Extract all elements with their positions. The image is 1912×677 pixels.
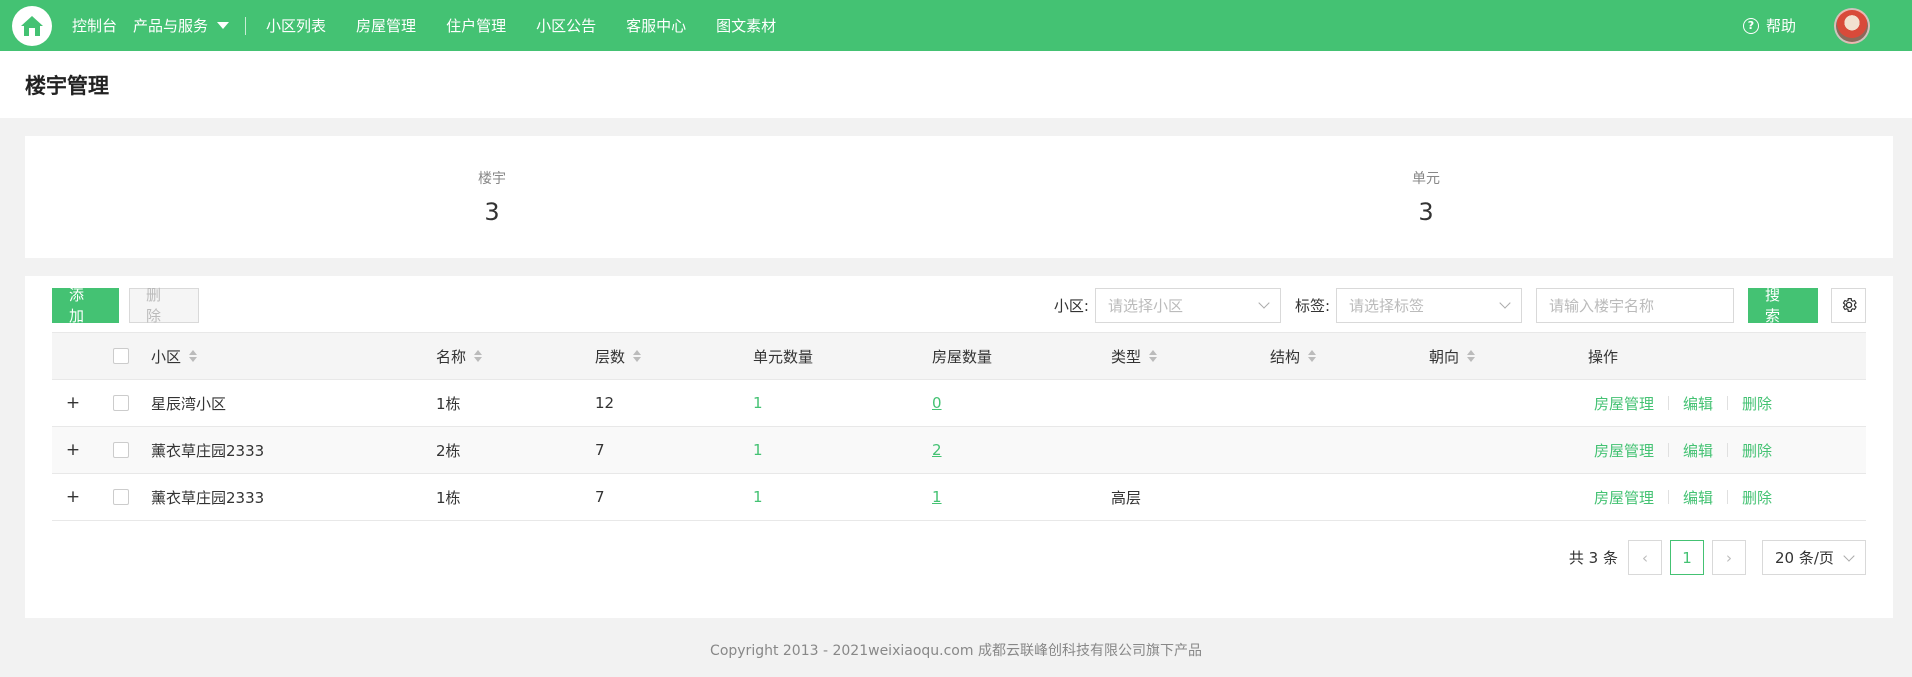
house-logo-icon [21,15,43,36]
next-page-button[interactable]: › [1712,540,1746,575]
building-table: 小区 名称 层数 单元数量 房屋数量 类型 结构 朝向 操作 + 星辰湾小区 1… [52,332,1866,521]
table-row: + 薰衣草庄园2333 1栋 7 1 1 高层 房屋管理 编辑 删除 [52,474,1866,521]
sort-icon [474,350,483,362]
chevron-down-icon [1499,297,1511,309]
expand-icon[interactable]: + [66,487,80,507]
nav-console[interactable]: 控制台 [72,15,117,36]
row-actions: 房屋管理 编辑 删除 [1594,393,1772,414]
nav-customer-service[interactable]: 客服中心 [626,15,686,36]
edit-link[interactable]: 编辑 [1683,393,1713,414]
house-manage-link[interactable]: 房屋管理 [1594,487,1654,508]
col-houses: 房屋数量 [932,347,993,366]
nav-community-list[interactable]: 小区列表 [266,15,326,36]
houses-link[interactable]: 1 [932,488,942,506]
col-orientation[interactable]: 朝向 [1429,346,1476,367]
sort-icon [633,350,642,362]
col-units: 单元数量 [753,347,814,366]
col-type[interactable]: 类型 [1111,346,1158,367]
pagination: 共 3 条 ‹ 1 › 20 条/页 [1569,540,1866,575]
sort-icon [1149,350,1158,362]
house-manage-link[interactable]: 房屋管理 [1594,440,1654,461]
page-title: 楼宇管理 [25,73,109,98]
row-checkbox[interactable] [113,395,129,411]
delete-link[interactable]: 删除 [1742,440,1772,461]
col-structure[interactable]: 结构 [1270,346,1317,367]
house-manage-link[interactable]: 房屋管理 [1594,393,1654,414]
footer-copyright: Copyright 2013 - 2021weixiaoqu.com 成都云联峰… [710,643,1202,659]
chevron-down-icon [1258,297,1270,309]
sort-icon [1467,350,1476,362]
row-actions: 房屋管理 编辑 删除 [1594,440,1772,461]
edit-link[interactable]: 编辑 [1683,440,1713,461]
building-name-input[interactable]: 请输入楼宇名称 [1536,287,1734,323]
table-row: + 薰衣草庄园2333 2栋 7 1 2 房屋管理 编辑 删除 [52,427,1866,474]
expand-icon[interactable]: + [66,440,80,460]
stats-panel: 楼宇 3 单元 3 [25,136,1893,258]
page-button[interactable]: 1 [1670,540,1704,575]
nav-products-services[interactable]: 产品与服务 [133,15,230,36]
add-button[interactable]: 添加 [52,286,119,325]
row-checkbox[interactable] [113,489,129,505]
community-filter-label: 小区: [1053,296,1089,315]
nav-community-notice[interactable]: 小区公告 [536,15,596,36]
delete-link[interactable]: 删除 [1742,487,1772,508]
col-name[interactable]: 名称 [436,346,483,367]
table-header: 小区 名称 层数 单元数量 房屋数量 类型 结构 朝向 操作 [52,333,1866,380]
search-button[interactable]: 搜索 [1748,286,1818,325]
page-size-select[interactable]: 20 条/页 [1762,540,1866,575]
gear-icon [1842,298,1857,312]
building-list-card: 添加 删除 小区: 请选择小区 标签: 请选择标签 请输入楼宇名称 搜索 小区 … [25,276,1893,618]
sort-icon [1308,350,1317,362]
avatar[interactable] [1834,7,1870,44]
delete-button[interactable]: 删除 [129,286,199,325]
nav-media-library[interactable]: 图文素材 [716,15,776,36]
help-link[interactable]: ? 帮助 [1742,15,1796,36]
top-nav: 控制台 产品与服务 小区列表 房屋管理 住户管理 小区公告 客服中心 图文素材 … [0,0,1912,51]
chevron-down-icon [1843,549,1855,562]
houses-link[interactable]: 0 [932,394,942,412]
row-checkbox[interactable] [113,442,129,458]
caret-down-icon [217,22,230,29]
stat-units: 单元 3 [1412,171,1440,226]
tag-select[interactable]: 请选择标签 [1336,287,1522,323]
question-circle-icon: ? [1742,17,1759,34]
logo[interactable] [12,5,52,46]
col-community[interactable]: 小区 [151,346,198,367]
total-count: 共 3 条 [1568,549,1618,567]
sort-icon [189,350,198,362]
table-row: + 星辰湾小区 1栋 12 1 0 房屋管理 编辑 删除 [52,380,1866,427]
edit-link[interactable]: 编辑 [1683,487,1713,508]
stat-buildings: 楼宇 3 [478,171,506,226]
chevron-left-icon: ‹ [1642,548,1648,567]
delete-link[interactable]: 删除 [1742,393,1772,414]
nav-house-management[interactable]: 房屋管理 [356,15,416,36]
col-floors[interactable]: 层数 [595,346,642,367]
select-all-checkbox[interactable] [113,348,129,364]
col-actions: 操作 [1588,347,1619,366]
chevron-right-icon: › [1726,548,1732,567]
houses-link[interactable]: 2 [932,441,942,459]
community-select[interactable]: 请选择小区 [1094,287,1281,323]
expand-icon[interactable]: + [66,393,80,413]
settings-button[interactable] [1831,287,1866,323]
tag-filter-label: 标签: [1294,296,1330,315]
prev-page-button[interactable]: ‹ [1628,540,1662,575]
nav-divider [245,16,247,35]
row-actions: 房屋管理 编辑 删除 [1594,487,1772,508]
nav-resident-management[interactable]: 住户管理 [446,15,506,36]
page-header: 楼宇管理 [0,51,1912,118]
toolbar: 添加 删除 小区: 请选择小区 标签: 请选择标签 请输入楼宇名称 搜索 [52,286,1866,325]
